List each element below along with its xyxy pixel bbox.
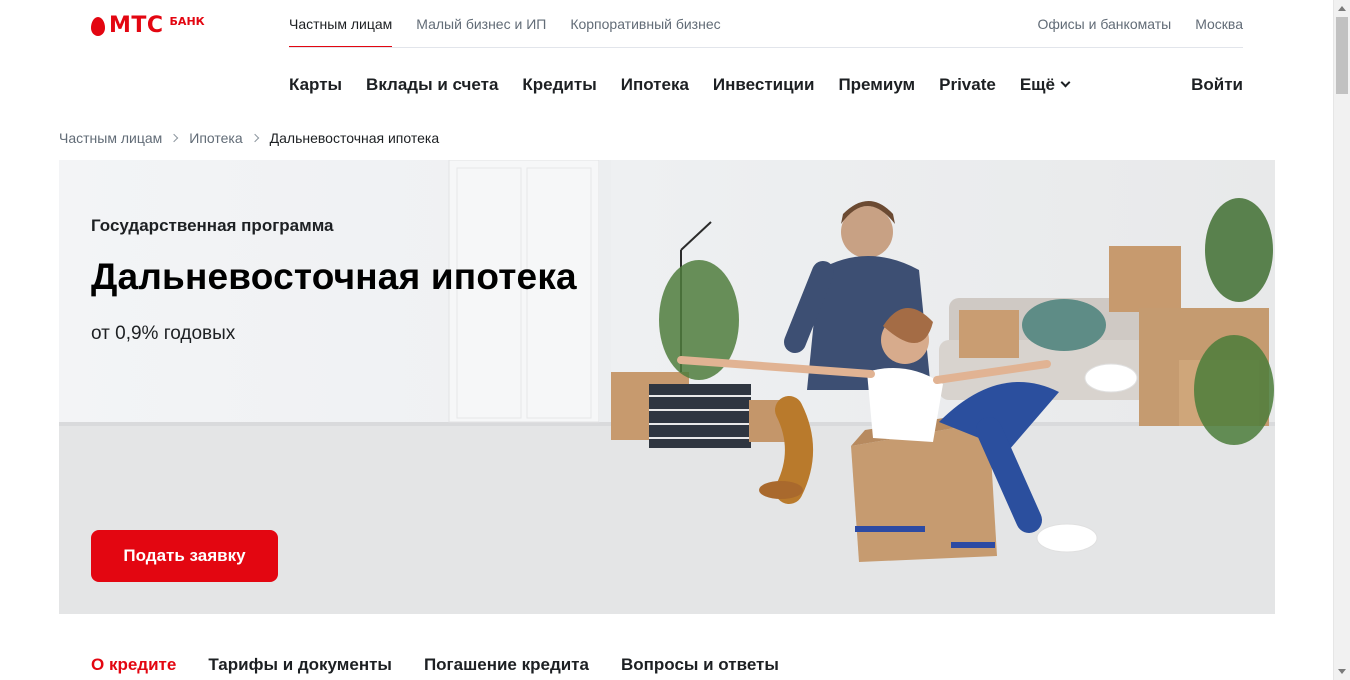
logo-text: МТС [109,13,164,38]
nav-mortgage[interactable]: Ипотека [621,73,689,97]
segment-nav: Частным лицам Малый бизнес и ИП Корпорат… [289,0,745,48]
product-tabs: О кредите Тарифы и документы Погашение к… [91,654,811,676]
top-utility-nav: Офисы и банкоматы Москва [1013,0,1243,48]
tab-about-credit[interactable]: О кредите [91,654,176,676]
nav-private[interactable]: Private [939,73,996,97]
logo-subtext: БАНК [169,15,205,28]
city-selector[interactable]: Москва [1195,16,1243,32]
hero-subtitle: Государственная программа [91,216,334,235]
hero-title: Дальневосточная ипотека [91,256,577,297]
segment-private[interactable]: Частным лицам [289,0,393,48]
apply-button[interactable]: Подать заявку [91,530,278,582]
breadcrumb-private[interactable]: Частным лицам [59,130,162,146]
tab-repayment[interactable]: Погашение кредита [424,654,589,676]
nav-credits[interactable]: Кредиты [522,73,596,97]
login-button[interactable]: Войти [1191,73,1243,97]
nav-more[interactable]: Ещё [1019,73,1071,97]
nav-deposits[interactable]: Вклады и счета [366,73,498,97]
nav-more-label: Ещё [1019,75,1055,94]
breadcrumb-current: Дальневосточная ипотека [269,130,440,146]
chevron-down-icon [1060,77,1071,88]
page-scrollbar[interactable] [1333,0,1350,680]
hero-rate: от 0,9% годовых [91,323,236,344]
nav-cards[interactable]: Карты [289,73,342,97]
scroll-down-icon[interactable] [1338,669,1346,674]
scroll-up-icon[interactable] [1338,6,1346,11]
segment-small-business[interactable]: Малый бизнес и ИП [416,0,546,48]
main-nav: Карты Вклады и счета Кредиты Ипотека Инв… [289,73,1093,97]
hero-banner: Государственная программа Дальневосточна… [59,160,1275,614]
nav-premium[interactable]: Премиум [838,73,915,97]
breadcrumb: Частным лицам Ипотека Дальневосточная ип… [59,130,439,146]
offices-atms-link[interactable]: Офисы и банкоматы [1037,16,1171,32]
scroll-thumb[interactable] [1336,17,1348,94]
segment-corporate[interactable]: Корпоративный бизнес [570,0,720,48]
tab-faq[interactable]: Вопросы и ответы [621,654,779,676]
mts-egg-icon [91,17,105,36]
breadcrumb-mortgage[interactable]: Ипотека [189,130,242,146]
mts-bank-logo[interactable]: МТС БАНК [91,14,205,38]
chevron-right-icon [170,133,179,143]
nav-investments[interactable]: Инвестиции [713,73,815,97]
tab-tariffs-docs[interactable]: Тарифы и документы [208,654,392,676]
chevron-right-icon [250,133,259,143]
header-divider [289,47,1243,48]
